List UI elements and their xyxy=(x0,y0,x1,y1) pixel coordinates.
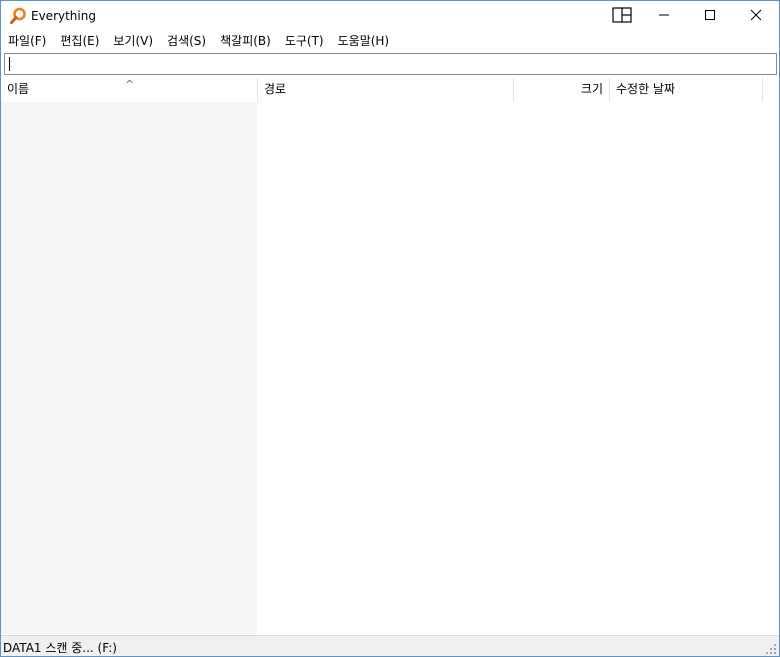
status-bar: DATA1 스캔 중... (F:) xyxy=(1,635,779,656)
column-divider[interactable] xyxy=(762,78,763,102)
column-header-name[interactable]: 이름 ^ xyxy=(1,77,257,102)
column-header-modified[interactable]: 수정한 날짜 xyxy=(610,77,762,102)
menu-file[interactable]: 파일(F) xyxy=(1,31,53,52)
close-icon xyxy=(750,9,762,24)
app-window: Everything 파일(F) 편집(E) 보기(V) 검색(S) 책갈피(B… xyxy=(0,0,780,657)
column-header-path-label: 경로 xyxy=(264,82,287,96)
layout-button[interactable] xyxy=(599,1,645,31)
column-header-size[interactable]: 크기 xyxy=(514,77,609,102)
minimize-icon xyxy=(658,9,670,24)
search-box[interactable] xyxy=(4,53,777,75)
column-header-name-label: 이름 xyxy=(7,82,30,96)
title-bar[interactable]: Everything xyxy=(1,1,779,31)
close-button[interactable] xyxy=(733,1,779,31)
menu-view[interactable]: 보기(V) xyxy=(106,31,160,52)
menu-edit[interactable]: 편집(E) xyxy=(53,31,106,52)
maximize-icon xyxy=(704,9,716,24)
magnifier-icon xyxy=(9,7,27,25)
column-header-size-label: 크기 xyxy=(580,82,603,96)
menu-tools[interactable]: 도구(T) xyxy=(278,31,331,52)
column-header-modified-label: 수정한 날짜 xyxy=(616,82,676,96)
text-caret xyxy=(9,57,10,71)
name-column-background xyxy=(1,102,257,634)
status-text: DATA1 스캔 중... (F:) xyxy=(3,641,117,655)
window-title: Everything xyxy=(31,9,96,23)
column-header-path[interactable]: 경로 xyxy=(258,77,513,102)
maximize-button[interactable] xyxy=(687,1,733,31)
sort-ascending-icon: ^ xyxy=(125,78,135,91)
menu-help[interactable]: 도움말(H) xyxy=(331,31,397,52)
menu-bar: 파일(F) 편집(E) 보기(V) 검색(S) 책갈피(B) 도구(T) 도움말… xyxy=(1,31,779,52)
column-header-row: 이름 ^ 경로 크기 수정한 날짜 xyxy=(1,77,779,102)
resize-grip-icon[interactable] xyxy=(765,643,777,655)
menu-bookmarks[interactable]: 책갈피(B) xyxy=(213,31,278,52)
minimize-button[interactable] xyxy=(641,1,687,31)
menu-search[interactable]: 검색(S) xyxy=(160,31,213,52)
search-input[interactable] xyxy=(5,54,776,72)
results-list[interactable] xyxy=(1,102,779,634)
layout-panes-icon xyxy=(612,6,632,26)
